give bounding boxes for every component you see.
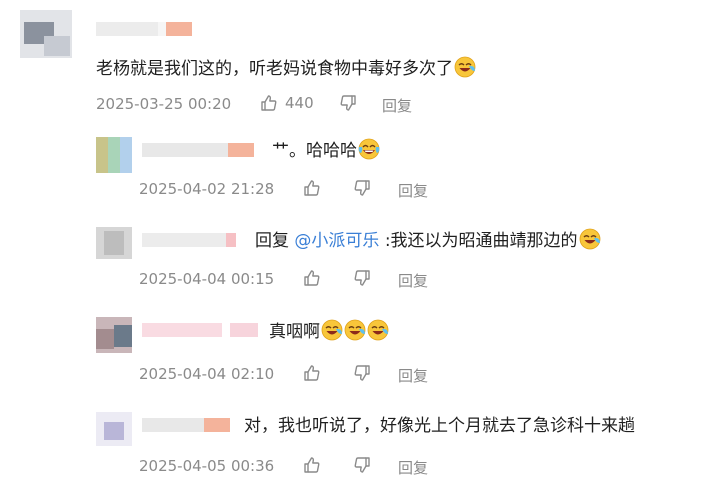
username-blurred[interactable] [142, 233, 240, 247]
thumb-up-icon [302, 178, 322, 198]
comment-item: 老杨就是我们这的，听老妈说食物中毒好多次了 2025-03-25 00:20 4… [0, 0, 722, 125]
reply-prefix: 回复 [255, 231, 289, 251]
crying-laugh-emoji [579, 228, 601, 250]
comment-text: 艹。哈哈哈 [272, 138, 380, 163]
dislike-button[interactable] [352, 455, 372, 475]
comment-text: 对，我也听说了，好像光上个月就去了急诊科十来趟 [244, 416, 635, 436]
thumb-up-icon [302, 363, 322, 383]
reply-button[interactable]: 回复 [398, 457, 428, 478]
comment-date: 2025-03-25 00:20 [96, 95, 232, 113]
like-button[interactable]: 440 [259, 93, 314, 113]
dislike-button[interactable] [352, 363, 372, 383]
dislike-button[interactable] [352, 178, 372, 198]
crying-laugh-emoji [321, 319, 343, 341]
comment-text: 回复 @小派可乐 :我还以为昭通曲靖那边的 [255, 228, 601, 253]
thumb-down-icon [352, 363, 372, 383]
comment-date: 2025-04-05 00:36 [139, 457, 275, 475]
reply-button[interactable]: 回复 [382, 95, 412, 116]
thumb-up-icon [302, 268, 322, 288]
reply-button[interactable]: 回复 [398, 365, 428, 386]
reply-item: 对，我也听说了，好像光上个月就去了急诊科十来趟 2025-04-05 00:36… [0, 400, 722, 490]
thumb-down-icon [352, 268, 372, 288]
like-count: 440 [285, 94, 314, 112]
mention-link[interactable]: @小派可乐 [294, 231, 379, 251]
reply-item: 艹。哈哈哈 2025-04-02 21:28 回复 [0, 125, 722, 215]
reply-item: 回复 @小派可乐 :我还以为昭通曲靖那边的 2025-04-04 00:15 回… [0, 215, 722, 305]
like-button[interactable] [302, 178, 322, 198]
like-button[interactable] [302, 268, 322, 288]
crying-laugh-emoji [454, 56, 476, 78]
comment-date: 2025-04-04 02:10 [139, 365, 275, 383]
avatar[interactable] [96, 317, 132, 353]
avatar[interactable] [96, 137, 132, 173]
avatar[interactable] [20, 10, 72, 58]
thumb-up-icon [259, 93, 279, 113]
dislike-button[interactable] [352, 268, 372, 288]
comment-date: 2025-04-02 21:28 [139, 180, 275, 198]
thumb-down-icon [352, 455, 372, 475]
avatar[interactable] [96, 412, 132, 446]
avatar[interactable] [96, 227, 132, 259]
tears-of-joy-emoji [358, 138, 380, 160]
comment-text: 老杨就是我们这的，听老妈说食物中毒好多次了 [96, 56, 476, 81]
reply-item: 真咽啊 2025-04-04 02:10 回复 [0, 305, 722, 400]
comment-text: 真咽啊 [269, 319, 389, 344]
comment-date: 2025-04-04 00:15 [139, 270, 275, 288]
thumb-up-icon [302, 455, 322, 475]
like-button[interactable] [302, 363, 322, 383]
crying-laugh-emoji [367, 319, 389, 341]
username-blurred[interactable] [142, 143, 258, 157]
username-blurred[interactable] [96, 22, 206, 36]
thumb-down-icon [338, 93, 358, 113]
like-button[interactable] [302, 455, 322, 475]
thumb-down-icon [352, 178, 372, 198]
crying-laugh-emoji [344, 319, 366, 341]
dislike-button[interactable] [338, 93, 358, 113]
reply-button[interactable]: 回复 [398, 180, 428, 201]
reply-button[interactable]: 回复 [398, 270, 428, 291]
username-blurred[interactable] [142, 418, 232, 432]
username-blurred[interactable] [142, 323, 262, 337]
